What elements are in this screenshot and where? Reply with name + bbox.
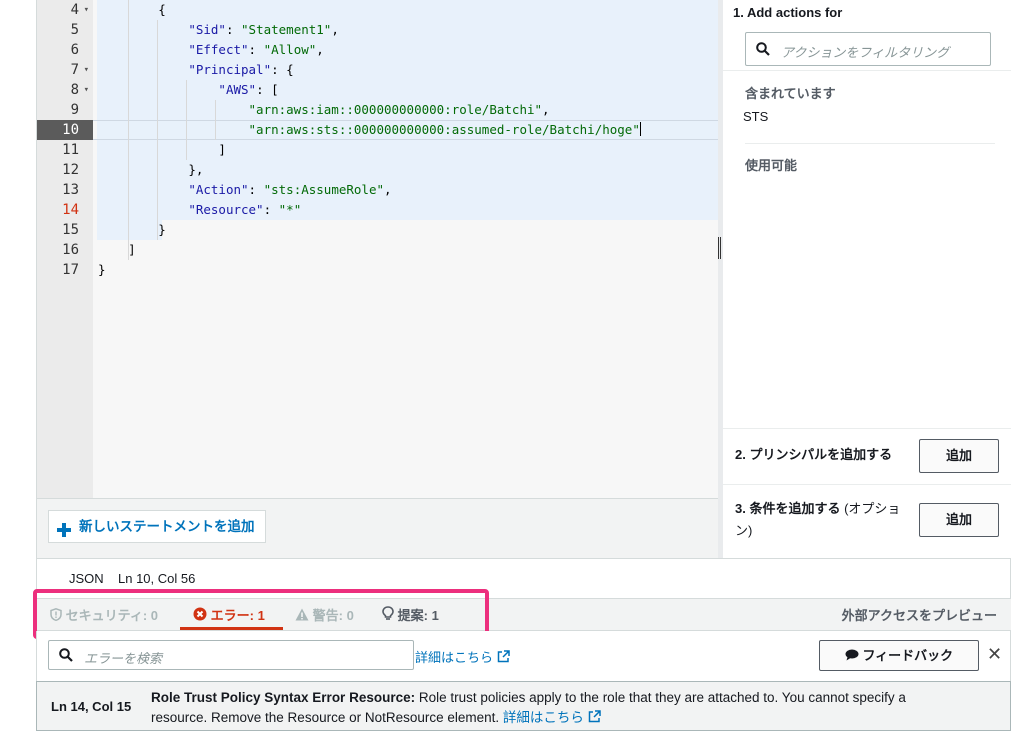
included-service-sts[interactable]: STS (743, 109, 768, 124)
line-number: 9 (70, 102, 79, 118)
code-line: } (98, 262, 106, 277)
plus-icon (56, 518, 72, 537)
fold-arrow-icon[interactable]: ▾ (84, 80, 89, 100)
add-actions-title: 1. Add actions for (733, 5, 843, 20)
line-number-gutter: 4 ▾ 5 6 7 ▾ 8 ▾ 9 10 11 12 13 14 15 16 17 (37, 0, 93, 498)
line-number: 8 ▾ (70, 80, 89, 100)
divider (723, 428, 1011, 429)
search-icon (756, 42, 770, 59)
code-line: "Effect": "Allow", (188, 42, 324, 57)
error-location[interactable]: Ln 14, Col 15 (51, 699, 131, 714)
included-label: 含まれています (745, 86, 836, 101)
divider (723, 70, 1011, 71)
error-detail-row: Ln 14, Col 15 Role Trust Policy Syntax E… (36, 681, 1011, 731)
preview-external-access-link[interactable]: 外部アクセスをプレビュー (842, 605, 997, 624)
line-number-error: 14 (62, 202, 79, 218)
add-condition-label: 3. 条件を追加する (オプショ ン) (735, 501, 901, 538)
fold-arrow-icon[interactable]: ▾ (84, 60, 89, 80)
text-caret (639, 122, 641, 136)
error-search-placeholder: エラーを検索 (84, 651, 163, 666)
speech-bubble-icon (845, 649, 859, 661)
filter-placeholder: アクションをフィルタリング (781, 45, 950, 60)
code-line: ] (128, 242, 136, 257)
add-statement-button[interactable]: 新しいステートメントを追加 (48, 510, 266, 543)
add-statement-bar: 新しいステートメントを追加 (36, 498, 718, 558)
add-principal-label: 2. プリンシパルを追加する (735, 447, 893, 462)
error-learn-more-link[interactable]: 詳細はこちら (503, 710, 601, 725)
error-search-row: エラーを検索 詳細はこちら フィードバック ✕ (36, 631, 1011, 681)
available-label: 使用可能 (745, 158, 798, 173)
editor-mode: JSON (69, 571, 104, 586)
line-number: 12 (62, 162, 79, 178)
line-number: 5 (70, 22, 79, 38)
code-line: "Action": "sts:AssumeRole", (188, 182, 392, 197)
line-number: 11 (62, 142, 79, 158)
code-line: "Sid": "Statement1", (188, 22, 339, 37)
error-title: Role Trust Policy Syntax Error Resource: (151, 690, 416, 705)
line-number: 13 (62, 182, 79, 198)
cursor-position: Ln 10, Col 56 (118, 571, 196, 586)
divider (723, 484, 1011, 485)
line-number-active: 10 (37, 120, 93, 140)
line-number: 4 ▾ (70, 0, 89, 20)
line-number: 15 (62, 222, 79, 238)
feedback-button[interactable]: フィードバック (819, 640, 979, 671)
code-line: "Principal": { (188, 62, 294, 77)
code-line: { (158, 2, 166, 17)
code-line: }, (188, 162, 204, 177)
code-area[interactable]: { "Sid": "Statement1", "Effect": "Allow"… (93, 0, 719, 498)
add-statement-label: 新しいステートメントを追加 (79, 519, 255, 534)
line-number: 17 (62, 262, 79, 278)
code-line: } (158, 222, 166, 237)
divider (745, 143, 995, 144)
code-line: "AWS": [ (218, 82, 279, 97)
line-number: 16 (62, 242, 79, 258)
external-link-icon (588, 710, 601, 723)
error-message: Role Trust Policy Syntax Error Resource:… (151, 688, 911, 728)
action-filter-input[interactable]: アクションをフィルタリング (745, 32, 991, 66)
add-principal-button[interactable]: 追加 (919, 439, 999, 473)
fold-arrow-icon[interactable]: ▾ (84, 0, 89, 20)
search-icon (59, 648, 73, 665)
code-line-active: "arn:aws:sts::000000000000:assumed-role/… (248, 122, 641, 137)
line-number: 7 ▾ (70, 60, 89, 80)
code-line: "Resource": "*" (188, 202, 302, 217)
visual-editor-panel: 1. Add actions for アクションをフィルタリング 含まれています… (723, 0, 1011, 558)
learn-more-link[interactable]: 詳細はこちら (415, 647, 510, 666)
code-line: "arn:aws:iam::000000000000:role/Batchi", (248, 102, 550, 117)
error-search-input[interactable]: エラーを検索 (48, 640, 414, 670)
resize-handle[interactable] (718, 237, 721, 259)
line-number: 6 (70, 42, 79, 58)
external-link-icon (497, 650, 510, 663)
code-line: ] (218, 142, 226, 157)
policy-editor[interactable]: 4 ▾ 5 6 7 ▾ 8 ▾ 9 10 11 12 13 14 15 16 17 {… (36, 0, 719, 498)
add-condition-button[interactable]: 追加 (919, 503, 999, 537)
close-icon[interactable]: ✕ (987, 644, 1002, 665)
